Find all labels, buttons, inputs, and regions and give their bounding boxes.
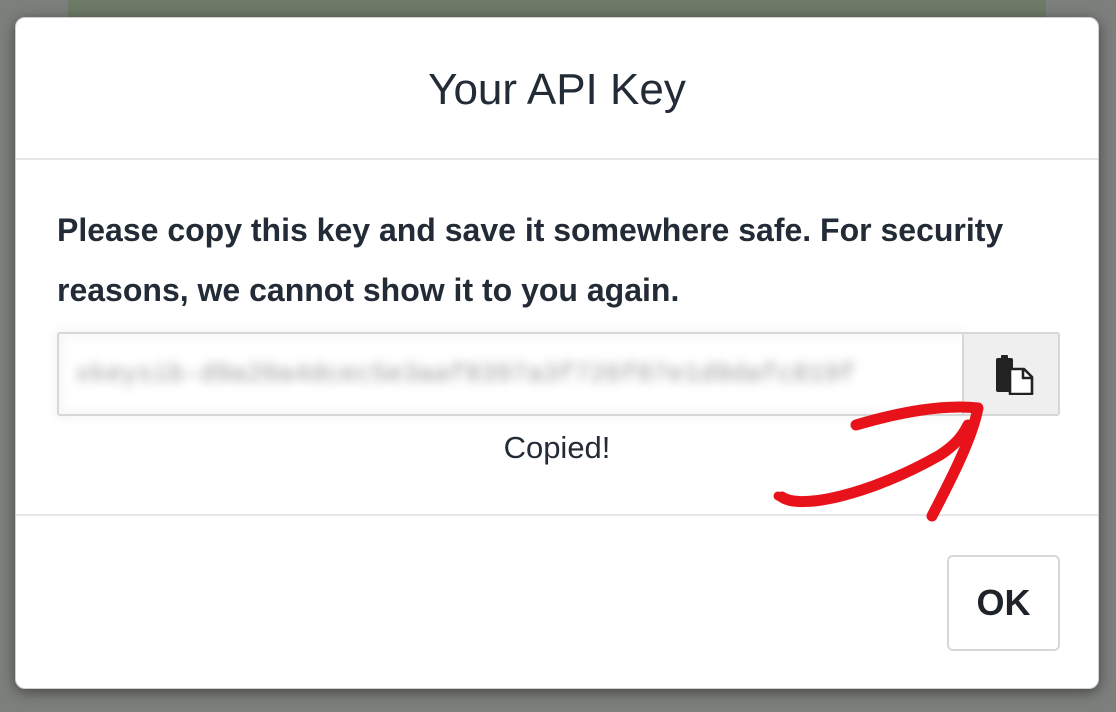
copy-key-button[interactable] [962, 332, 1060, 416]
dialog-title: Your API Key [428, 65, 686, 114]
dialog-instructions: Please copy this key and save it somewhe… [57, 212, 1004, 308]
background-page [68, 0, 1046, 18]
api-key-dialog: Your API Key Please copy this key and sa… [15, 17, 1099, 689]
footer-divider [16, 514, 1098, 516]
copied-confirmation: Copied! [503, 430, 611, 465]
copy-icon [996, 355, 1034, 395]
ok-button[interactable]: OK [947, 555, 1060, 651]
api-key-field-group [57, 332, 1060, 416]
dialog-header: Your API Key [16, 18, 1098, 160]
api-key-input[interactable] [57, 332, 963, 416]
